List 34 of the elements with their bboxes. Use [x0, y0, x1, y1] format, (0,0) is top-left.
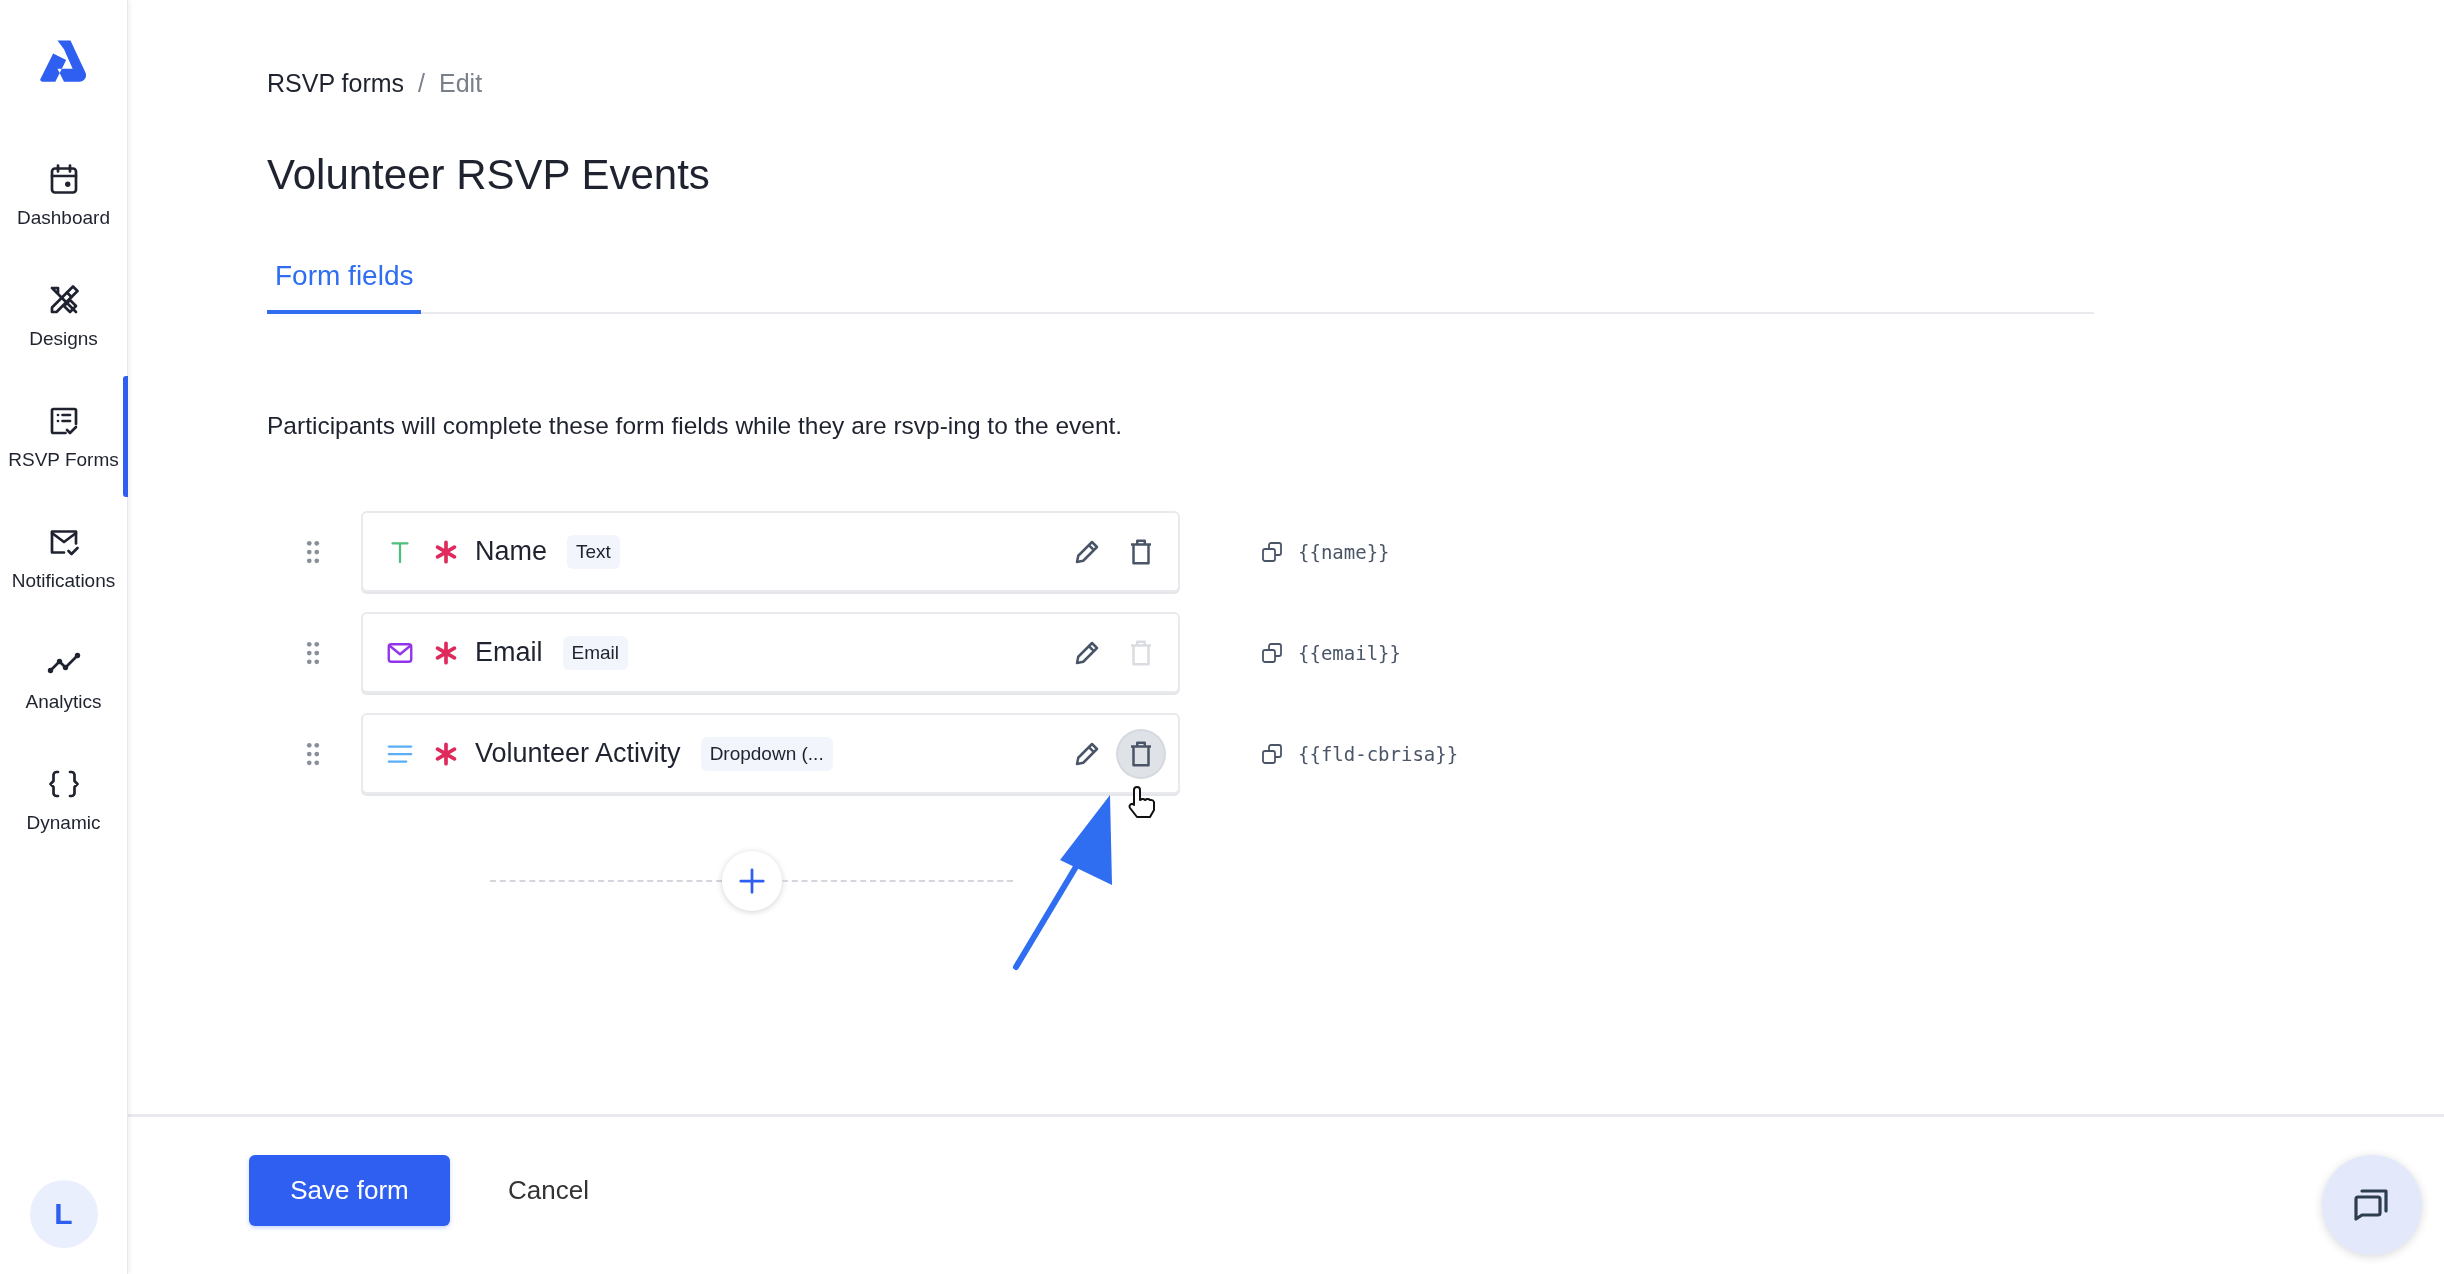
add-field-button[interactable]: [721, 851, 782, 911]
form-field-card[interactable]: Volunteer Activity Dropdown (...: [361, 713, 1180, 794]
nav-item[interactable]: Dashboard: [0, 134, 127, 255]
field-type-tag: Text: [567, 534, 620, 569]
field-type-tag: Email: [562, 635, 629, 670]
cancel-button[interactable]: Cancel: [508, 1155, 589, 1226]
merge-tag: {{name}}: [1298, 540, 1390, 563]
field-name: Volunteer Activity: [475, 738, 681, 769]
copy-icon[interactable]: [1260, 640, 1284, 665]
breadcrumb-separator: /: [418, 68, 426, 99]
description-text: Participants will complete these form fields while they are rsvp-ing to the event.: [267, 411, 1124, 441]
copy-icon[interactable]: [1260, 539, 1284, 564]
nav-item[interactable]: Notifications: [0, 497, 127, 618]
page-title: Volunteer RSVP Events: [267, 150, 711, 200]
delete-button[interactable]: [1118, 730, 1164, 777]
field-name: Name: [475, 536, 548, 567]
field-type-tag: Dropdown (...: [700, 736, 833, 771]
breadcrumb-link[interactable]: RSVP forms: [267, 67, 405, 99]
user-avatar[interactable]: L: [29, 1180, 98, 1248]
merge-tag: {{fld-cbrisa}}: [1298, 742, 1459, 765]
save-button[interactable]: Save form: [249, 1155, 450, 1226]
hand-cursor-icon: [1128, 786, 1155, 818]
breadcrumb-current: Edit: [439, 68, 483, 99]
nav-item[interactable]: Designs: [0, 255, 127, 376]
nav-item[interactable]: Dynamic: [0, 739, 127, 860]
chat-button[interactable]: [2322, 1155, 2422, 1255]
copy-icon[interactable]: [1260, 741, 1284, 766]
tab[interactable]: Form fields: [267, 258, 422, 314]
field-name: Email: [475, 637, 543, 668]
form-field-card[interactable]: Name Text: [361, 511, 1180, 592]
nav-item[interactable]: Analytics: [0, 618, 127, 739]
merge-tag: {{email}}: [1298, 641, 1401, 664]
form-field-card[interactable]: Email Email: [361, 612, 1180, 693]
nav-item[interactable]: RSVP Forms: [0, 376, 127, 497]
